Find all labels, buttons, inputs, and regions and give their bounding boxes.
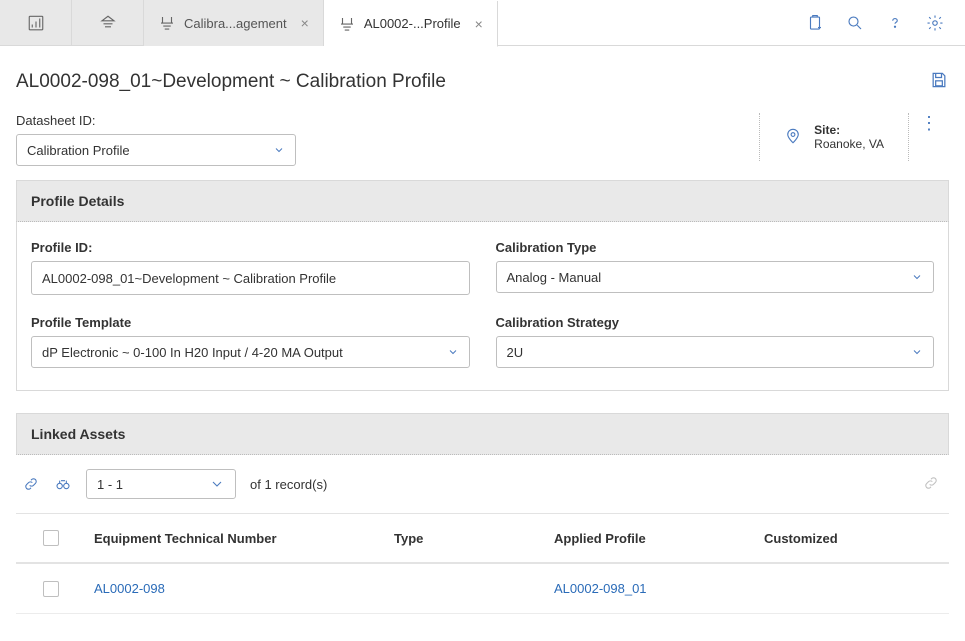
close-icon[interactable]: × [475,16,483,32]
tab-calibration-profile[interactable]: AL0002-...Profile × [324,1,498,47]
more-actions-icon[interactable]: ⋮ [909,113,949,134]
top-toolbar [805,0,965,45]
datasheet-label: Datasheet ID: [16,113,296,128]
calibration-type-select[interactable]: Analog - Manual [496,261,935,293]
linked-assets-grid: Equipment Technical Number Type Applied … [16,513,949,614]
nav-icon-hierarchy[interactable] [72,0,144,45]
title-row: AL0002-098_01~Development ~ Calibration … [16,46,949,113]
tab-label: Calibra...agement [184,16,287,31]
save-icon[interactable] [929,70,949,93]
datasheet-row: Datasheet ID: Calibration Profile Site: … [16,113,949,180]
chevron-down-icon [209,476,225,492]
search-icon[interactable] [845,13,865,33]
pager-suffix: of 1 record(s) [250,477,327,492]
profile-id-label: Profile ID: [31,240,470,255]
link-icon[interactable] [22,475,40,493]
tab-label: AL0002-...Profile [364,16,461,31]
chevron-down-icon [273,144,285,156]
grid-header-row: Equipment Technical Number Type Applied … [16,514,949,564]
calibration-strategy-value: 2U [507,345,524,360]
pager-value: 1 - 1 [97,477,123,492]
tab-calibration-management[interactable]: Calibra...agement × [144,0,324,46]
col-equipment-technical-number[interactable]: Equipment Technical Number [86,521,386,556]
equipment-link[interactable]: AL0002-098 [94,581,165,596]
profile-details-header: Profile Details [16,180,949,222]
select-all-checkbox[interactable] [43,530,59,546]
help-icon[interactable] [885,13,905,33]
binoculars-icon[interactable] [54,475,72,493]
calibration-type-value: Analog - Manual [507,270,602,285]
cell-customized [756,579,949,599]
site-block: Site: Roanoke, VA [759,113,909,161]
chevron-down-icon [911,271,923,283]
profile-id-input[interactable] [31,261,470,295]
document-tabs: Calibra...agement × AL0002-...Profile × [144,0,498,45]
chevron-down-icon [911,346,923,358]
col-applied-profile[interactable]: Applied Profile [546,521,756,556]
close-icon[interactable]: × [301,15,309,31]
cell-type [386,579,546,599]
col-type[interactable]: Type [386,521,546,556]
row-checkbox[interactable] [43,581,59,597]
profile-template-select[interactable]: dP Electronic ~ 0-100 In H20 Input / 4-2… [31,336,470,368]
profile-template-value: dP Electronic ~ 0-100 In H20 Input / 4-2… [42,345,343,360]
calibration-type-label: Calibration Type [496,240,935,255]
settings-gear-icon[interactable] [925,13,945,33]
chevron-down-icon [447,346,459,358]
profile-details-body: Profile ID: Calibration Type Analog - Ma… [16,222,949,391]
profile-template-label: Profile Template [31,315,470,330]
applied-profile-link[interactable]: AL0002-098_01 [554,581,647,596]
datasheet-value: Calibration Profile [27,143,130,158]
table-row: AL0002-098 AL0002-098_01 [16,564,949,614]
nav-icon-dashboard[interactable] [0,0,72,45]
linked-assets-header: Linked Assets [16,413,949,455]
page-title: AL0002-098_01~Development ~ Calibration … [16,71,446,93]
pager-select[interactable]: 1 - 1 [86,469,236,499]
clipboard-add-icon[interactable] [805,13,825,33]
calibration-strategy-label: Calibration Strategy [496,315,935,330]
location-pin-icon [784,127,802,148]
site-label: Site: [814,123,884,137]
site-value: Roanoke, VA [814,137,884,151]
datasheet-select[interactable]: Calibration Profile [16,134,296,166]
unlink-icon[interactable] [923,475,949,494]
linked-assets-toolbar: 1 - 1 of 1 record(s) [16,455,949,513]
calibration-strategy-select[interactable]: 2U [496,336,935,368]
top-tab-strip: Calibra...agement × AL0002-...Profile × [0,0,965,46]
col-customized[interactable]: Customized [756,521,949,556]
